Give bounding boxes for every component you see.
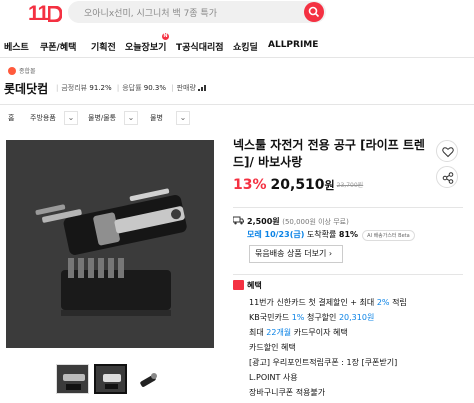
bundle-shipping-button[interactable]: 묶음배송 상품 더보기 › bbox=[249, 245, 343, 263]
breadcrumb-home[interactable]: 홈 bbox=[8, 113, 14, 123]
share-icon bbox=[442, 172, 454, 184]
arrival-text: 도착확률 bbox=[306, 230, 337, 239]
seller-stats: | 금정리뷰 91.2% | 응답률 90.3% | 판매량 bbox=[56, 83, 208, 93]
logo-text: 11 bbox=[28, 2, 49, 25]
arrival-info: 모레 10/23(금) 도착확률 81% AI 배송가스터 Beta bbox=[247, 229, 415, 241]
search-icon bbox=[308, 6, 320, 18]
store-icon bbox=[8, 66, 16, 75]
benefit-text: 적립 bbox=[389, 298, 407, 307]
benefit-line[interactable]: KB국민카드 1% 청구할인 20,310원 bbox=[249, 312, 374, 323]
search-bar[interactable]: 오아니x선미, 시그니처 백 7종 특가 bbox=[68, 1, 326, 23]
sale-price: 20,510 bbox=[270, 177, 325, 193]
benefit-highlight: 22개월 bbox=[266, 328, 292, 337]
divider bbox=[0, 57, 474, 58]
heart-icon bbox=[442, 147, 454, 158]
brand-logo[interactable]: 11 bbox=[28, 2, 63, 26]
benefit-text: 카드무이자 혜택 bbox=[291, 328, 348, 337]
stat-label: 판매량 bbox=[176, 84, 196, 92]
price-block: 13% 20,510원 23,700원 bbox=[233, 177, 363, 193]
original-price: 23,700원 bbox=[336, 182, 364, 189]
nav-item-shocking-deal[interactable]: 쇼킹딜 bbox=[233, 40, 258, 53]
breadcrumb-item[interactable]: 주방용품 bbox=[30, 113, 56, 123]
nav-item-allprime[interactable]: ALLPRIME bbox=[268, 40, 318, 50]
benefit-line[interactable]: 최대 22개월 카드무이자 혜택 bbox=[249, 327, 348, 338]
stat-label: 금정리뷰 bbox=[61, 84, 88, 92]
seller-badge-label: 종합몰 bbox=[19, 68, 36, 75]
benefit-text: [광고] 우리포인트적립쿠폰 : 1장 [쿠폰받기] bbox=[249, 358, 398, 367]
thumbnail-2[interactable] bbox=[94, 364, 127, 394]
nav-item-event[interactable]: 기획전 bbox=[91, 40, 116, 53]
benefit-highlight: 1% bbox=[291, 313, 305, 322]
benefit-line[interactable]: L.POINT 사용 bbox=[249, 372, 298, 383]
nav-item-best[interactable]: 베스트 bbox=[4, 40, 29, 53]
benefit-text: 최대 bbox=[249, 328, 267, 337]
benefit-text: L.POINT 사용 bbox=[249, 373, 298, 382]
product-main-image[interactable] bbox=[6, 140, 214, 348]
stat-value: 90.3% bbox=[143, 84, 167, 92]
arrival-probability: 81% bbox=[338, 230, 359, 239]
benefit-highlight: 20,310원 bbox=[338, 313, 375, 322]
benefit-highlight: 2% bbox=[376, 298, 390, 307]
breadcrumb-item[interactable]: 물병/물통 bbox=[88, 113, 116, 123]
benefit-line[interactable]: [광고] 우리포인트적립쿠폰 : 1장 [쿠폰받기] bbox=[249, 357, 397, 368]
new-badge: N bbox=[162, 33, 169, 40]
shipping-info: 2,500원 (50,000원 이상 무료) bbox=[233, 216, 349, 227]
thumbnail-1[interactable] bbox=[56, 364, 89, 394]
chevron-down-icon[interactable]: ⌄ bbox=[64, 111, 78, 125]
benefit-line[interactable]: 카드할인 혜택 bbox=[249, 342, 296, 353]
ai-shipping-badge[interactable]: AI 배송가스터 Beta bbox=[362, 230, 415, 241]
wishlist-button[interactable] bbox=[436, 140, 458, 162]
benefit-text: 카드할인 혜택 bbox=[249, 343, 296, 352]
benefit-line[interactable]: 11번가 신한카드 첫 결제할인 + 최대 2% 적립 bbox=[249, 297, 407, 308]
benefit-tag-icon bbox=[233, 280, 244, 290]
breadcrumb-item[interactable]: 물병 bbox=[150, 113, 163, 123]
benefits-title: 혜택 bbox=[247, 281, 262, 290]
seller-badge: 종합몰 bbox=[8, 66, 36, 75]
currency-unit: 원 bbox=[324, 179, 335, 192]
benefit-text: KB국민카드 bbox=[249, 313, 292, 322]
top-header: 11 오아니x선미, 시그니처 백 7종 특가 bbox=[0, 0, 474, 28]
share-button[interactable] bbox=[436, 166, 458, 188]
chevron-down-icon[interactable]: ⌄ bbox=[176, 111, 190, 125]
shipping-condition: (50,000원 이상 무료) bbox=[282, 218, 349, 226]
search-input[interactable]: 오아니x선미, 시그니처 백 7종 특가 bbox=[84, 6, 217, 19]
nav-item-t-store[interactable]: T공식대리점 bbox=[176, 40, 224, 53]
benefits-header: 혜택 bbox=[233, 280, 262, 291]
thumbnail-3[interactable] bbox=[132, 364, 165, 394]
stat-value: 91.2% bbox=[89, 84, 112, 92]
divider bbox=[0, 104, 474, 105]
divider bbox=[233, 274, 463, 275]
arrival-date: 모레 10/23(금) bbox=[247, 230, 305, 239]
shipping-fee: 2,500원 bbox=[247, 217, 280, 226]
bike-tool-illustration bbox=[6, 140, 214, 348]
discount-rate: 13% bbox=[233, 177, 267, 193]
seller-name[interactable]: 롯데닷컴 bbox=[4, 80, 48, 97]
benefit-text: 장바구니쿠폰 적용불가 bbox=[249, 388, 326, 397]
benefit-text: 11번가 신한카드 첫 결제할인 + 최대 bbox=[249, 298, 377, 307]
search-button[interactable] bbox=[304, 2, 324, 22]
stat-label: 응답률 bbox=[122, 84, 142, 92]
nav-item-grocery[interactable]: 오늘장보기 bbox=[125, 40, 166, 53]
chevron-down-icon[interactable]: ⌄ bbox=[124, 111, 138, 125]
divider bbox=[233, 207, 463, 208]
product-title: 넥스툴 자전거 전용 공구 [라이프 트렌드]/ 바보사랑 bbox=[233, 138, 425, 169]
benefit-text: 청구할인 bbox=[304, 313, 339, 322]
nav-item-coupon[interactable]: 쿠폰/혜택 bbox=[40, 40, 76, 53]
signal-bars-icon bbox=[198, 85, 207, 91]
benefit-line[interactable]: 장바구니쿠폰 적용불가 bbox=[249, 387, 325, 398]
global-nav: 베스트 쿠폰/혜택 기획전 오늘장보기 N T공식대리점 쇼킹딜 ALLPRIM… bbox=[0, 33, 474, 56]
truck-icon bbox=[233, 216, 244, 225]
